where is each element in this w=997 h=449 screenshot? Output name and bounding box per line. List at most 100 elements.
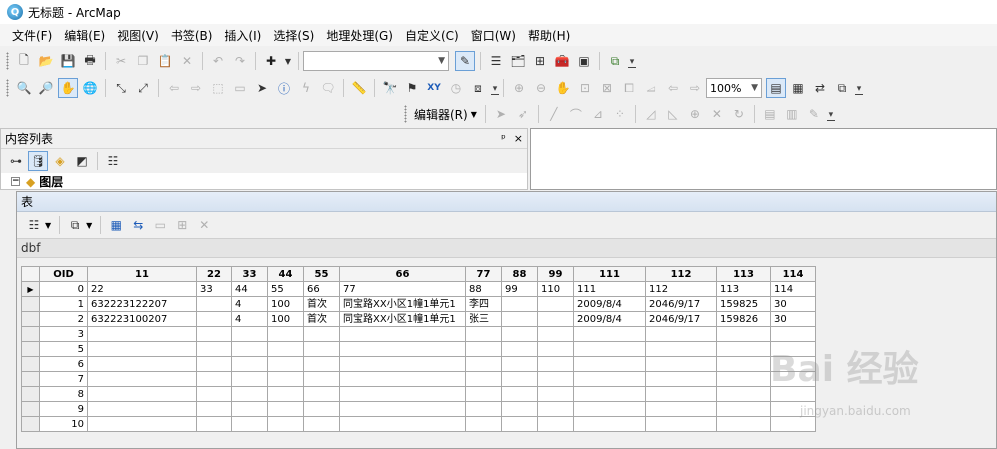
table-cell[interactable]: 同宝路XX小区1幢1单元1 <box>339 311 466 327</box>
map-display-area[interactable] <box>530 128 997 190</box>
row-selector[interactable] <box>21 371 40 387</box>
menu-insert[interactable]: 插入(I) <box>218 25 267 46</box>
toolbar-grip[interactable] <box>6 52 9 70</box>
oid-cell[interactable]: 7 <box>39 371 88 387</box>
column-header[interactable]: 44 <box>267 266 304 282</box>
table-cell[interactable] <box>465 416 502 432</box>
toolbar-overflow-icon[interactable]: ▾ <box>491 81 499 95</box>
table-cell[interactable] <box>645 371 717 387</box>
table-cell[interactable] <box>645 386 717 402</box>
table-cell[interactable]: 88 <box>465 281 502 297</box>
fixed-zoom-in-icon[interactable]: ⤡ <box>111 78 131 98</box>
table-cell[interactable] <box>231 371 268 387</box>
create-viewer-window-icon[interactable]: ⧈ <box>468 78 488 98</box>
table-cell[interactable] <box>196 401 232 417</box>
list-by-source-icon[interactable]: 🛢 <box>28 151 48 171</box>
table-cell[interactable] <box>465 341 502 357</box>
table-cell[interactable] <box>231 401 268 417</box>
column-header[interactable]: OID <box>39 266 88 282</box>
table-cell[interactable] <box>645 401 717 417</box>
current-row-indicator-icon[interactable]: ▶ <box>21 281 40 297</box>
table-cell[interactable] <box>231 326 268 342</box>
table-cell[interactable]: 44 <box>231 281 268 297</box>
html-popup-icon[interactable]: 🗨 <box>318 78 338 98</box>
table-cell[interactable] <box>196 326 232 342</box>
oid-cell[interactable]: 8 <box>39 386 88 402</box>
print-icon[interactable]: 🖶 <box>80 51 100 71</box>
column-header[interactable]: 111 <box>573 266 646 282</box>
column-header[interactable]: 77 <box>465 266 502 282</box>
table-cell[interactable]: 159826 <box>716 311 771 327</box>
rotate-icon[interactable]: ↻ <box>729 104 749 124</box>
menu-help[interactable]: 帮助(H) <box>522 25 576 46</box>
table-row[interactable]: 1 632223122207 4 100 首次 同宝路XX小区1幢1单元1 李四 2009/8… <box>21 296 816 312</box>
table-cell[interactable] <box>339 386 466 402</box>
table-cell[interactable]: 李四 <box>465 296 502 312</box>
end-point-arc-icon[interactable]: ⌒ <box>566 104 586 124</box>
cut-icon[interactable]: ✂ <box>111 51 131 71</box>
delete-icon[interactable]: ✕ <box>177 51 197 71</box>
table-row[interactable]: 9 <box>21 401 816 417</box>
table-cell[interactable] <box>339 416 466 432</box>
column-header[interactable]: 99 <box>537 266 574 282</box>
redo-icon[interactable]: ↷ <box>230 51 250 71</box>
table-cell[interactable] <box>537 401 574 417</box>
search-window-icon[interactable]: ⊞ <box>530 51 550 71</box>
layout-pan-icon[interactable]: ✋ <box>553 78 573 98</box>
table-cell[interactable] <box>770 401 816 417</box>
table-cell[interactable]: 33 <box>196 281 232 297</box>
oid-cell[interactable]: 3 <box>39 326 88 342</box>
table-cell[interactable] <box>339 371 466 387</box>
table-cell[interactable] <box>87 416 197 432</box>
table-cell[interactable] <box>303 356 340 372</box>
measure-icon[interactable]: 📏 <box>349 78 369 98</box>
reshape-icon[interactable]: ◺ <box>663 104 683 124</box>
table-row[interactable]: 6 <box>21 356 816 372</box>
table-cell[interactable] <box>196 386 232 402</box>
back-arrow-icon[interactable]: ⇦ <box>164 78 184 98</box>
table-cell[interactable] <box>339 341 466 357</box>
add-data-icon[interactable]: ✚ <box>261 51 281 71</box>
straight-segment-icon[interactable]: ╱ <box>544 104 564 124</box>
menu-customize[interactable]: 自定义(C) <box>399 25 465 46</box>
table-cell[interactable] <box>267 371 304 387</box>
table-cell[interactable]: 22 <box>87 281 197 297</box>
row-selector[interactable] <box>21 326 40 342</box>
table-cell[interactable] <box>267 326 304 342</box>
layout-forward-icon[interactable]: ⇨ <box>685 78 705 98</box>
table-cell[interactable] <box>537 371 574 387</box>
fixed-zoom-out-icon[interactable]: ⤢ <box>133 78 153 98</box>
table-cell[interactable]: 2046/9/17 <box>645 311 717 327</box>
column-header[interactable]: 114 <box>770 266 816 282</box>
table-cell[interactable]: 30 <box>770 296 816 312</box>
toolbar-grip[interactable] <box>6 79 9 97</box>
table-cell[interactable]: 首次 <box>303 311 340 327</box>
table-cell[interactable] <box>573 341 646 357</box>
column-header[interactable]: 22 <box>196 266 232 282</box>
table-cell[interactable] <box>303 371 340 387</box>
time-slider-icon[interactable]: ◷ <box>446 78 466 98</box>
table-cell[interactable] <box>267 401 304 417</box>
table-cell[interactable] <box>267 416 304 432</box>
table-cell[interactable]: 同宝路XX小区1幢1单元1 <box>339 296 466 312</box>
table-cell[interactable] <box>501 326 538 342</box>
table-cell[interactable]: 77 <box>339 281 466 297</box>
table-cell[interactable] <box>573 416 646 432</box>
table-cell[interactable] <box>465 356 502 372</box>
column-header[interactable]: 113 <box>716 266 771 282</box>
new-document-icon[interactable]: 🗋 <box>14 51 34 71</box>
switch-selection-icon[interactable]: ⇆ <box>128 215 148 235</box>
table-cell[interactable]: 张三 <box>465 311 502 327</box>
table-cell[interactable]: 112 <box>645 281 717 297</box>
table-cell[interactable] <box>716 416 771 432</box>
select-by-attributes-icon[interactable]: ▦ <box>106 215 126 235</box>
table-cell[interactable] <box>770 356 816 372</box>
table-cell[interactable] <box>537 356 574 372</box>
row-selector[interactable] <box>21 386 40 402</box>
select-features-icon[interactable]: ⬚ <box>208 78 228 98</box>
table-cell[interactable] <box>87 341 197 357</box>
toolbar-overflow-icon[interactable]: ▾ <box>826 107 835 121</box>
data-driven-pages-icon[interactable]: ⧉ <box>832 78 852 98</box>
cut-polygons-icon[interactable]: ⊕ <box>685 104 705 124</box>
find-binoculars-icon[interactable]: 🔭 <box>380 78 400 98</box>
